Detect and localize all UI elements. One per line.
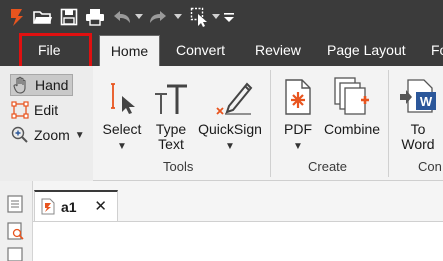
type-text-label-line1: Type: [155, 121, 187, 137]
ribbon-panel: Hand Edit Zoom ▼ Select ▼ Type Text Quic…: [0, 66, 443, 181]
convert-group-label: Con: [418, 159, 442, 174]
create-group-label: Create: [308, 159, 348, 174]
document-tab-label: a1: [61, 198, 77, 215]
quicksign-button[interactable]: QuickSign ▼: [197, 72, 263, 154]
dropdown-caret-icon[interactable]: [212, 7, 220, 27]
edit-label: Edit: [34, 102, 59, 118]
create-pdf-button[interactable]: PDF ▼: [283, 72, 313, 154]
to-word-label-line2: Word: [401, 136, 435, 152]
hand-icon: [11, 75, 31, 95]
dropdown-caret-icon[interactable]: [135, 7, 143, 27]
text-select-icon: [105, 72, 139, 116]
pdf-label: PDF: [284, 121, 312, 137]
hand-tool-button[interactable]: Hand: [10, 74, 74, 96]
to-word-button[interactable]: W To Word: [398, 72, 438, 152]
tab-form[interactable]: Fo: [421, 35, 443, 66]
word-convert-icon: W: [398, 72, 438, 116]
document-view[interactable]: [33, 221, 443, 261]
combine-files-icon: [333, 72, 371, 116]
quicksign-label: QuickSign: [198, 121, 262, 137]
edit-tool-button[interactable]: Edit: [10, 99, 58, 121]
zoom-label: Zoom: [34, 127, 70, 143]
tools-group-label: Tools: [163, 159, 194, 174]
type-text-label-line2: Text: [158, 136, 184, 152]
tab-home[interactable]: Home: [99, 35, 160, 66]
pdf-create-icon: [284, 72, 312, 116]
zoom-tool-button[interactable]: Zoom ▼: [10, 124, 85, 146]
to-word-label-line1: To: [410, 121, 426, 137]
type-text-button[interactable]: Type Text: [152, 72, 190, 152]
title-bar: [0, 0, 443, 35]
quicksign-dropdown-icon[interactable]: ▼: [225, 139, 235, 154]
attachments-panel-icon[interactable]: [7, 247, 23, 261]
pdf-document-icon: [41, 198, 55, 215]
group-divider: [270, 70, 271, 177]
zoom-icon: [10, 125, 30, 145]
open-folder-icon[interactable]: [33, 7, 53, 27]
search-document-icon[interactable]: [7, 222, 25, 247]
navigation-tools-panel: Hand Edit Zoom ▼: [0, 66, 93, 181]
tab-page-layout[interactable]: Page Layout: [317, 35, 416, 66]
svg-text:W: W: [420, 94, 433, 109]
customize-toolbar-icon[interactable]: [224, 7, 234, 27]
select-dropdown-icon[interactable]: ▼: [117, 139, 127, 154]
group-divider: [388, 70, 389, 177]
zoom-dropdown-icon[interactable]: ▼: [75, 130, 85, 141]
print-icon[interactable]: [85, 7, 105, 27]
dropdown-caret-icon[interactable]: [174, 7, 182, 27]
redo-icon[interactable]: [148, 7, 168, 27]
pdf-dropdown-icon[interactable]: ▼: [293, 139, 303, 154]
hand-label: Hand: [35, 77, 69, 93]
select-cursor-icon[interactable]: [190, 7, 210, 27]
pages-panel-icon[interactable]: [7, 195, 23, 218]
undo-icon[interactable]: [112, 7, 132, 27]
combine-label: Combine: [323, 121, 381, 137]
app-logo-icon[interactable]: [8, 7, 26, 27]
document-tab[interactable]: a1 ✕: [34, 190, 118, 221]
edit-select-icon: [10, 100, 30, 120]
ribbon-tab-bar: File Home Convert Review Page Layout Fo: [0, 35, 443, 66]
close-icon[interactable]: ✕: [94, 197, 107, 215]
type-text-icon: [153, 72, 189, 116]
combine-button[interactable]: Combine: [323, 72, 381, 137]
save-icon[interactable]: [60, 7, 78, 27]
tab-convert[interactable]: Convert: [166, 35, 235, 66]
left-sidebar: [0, 181, 33, 261]
quicksign-icon: [207, 72, 253, 116]
select-button[interactable]: Select ▼: [101, 72, 143, 154]
tab-file[interactable]: File: [28, 35, 71, 66]
tab-review[interactable]: Review: [245, 35, 311, 66]
select-label: Select: [102, 121, 142, 137]
